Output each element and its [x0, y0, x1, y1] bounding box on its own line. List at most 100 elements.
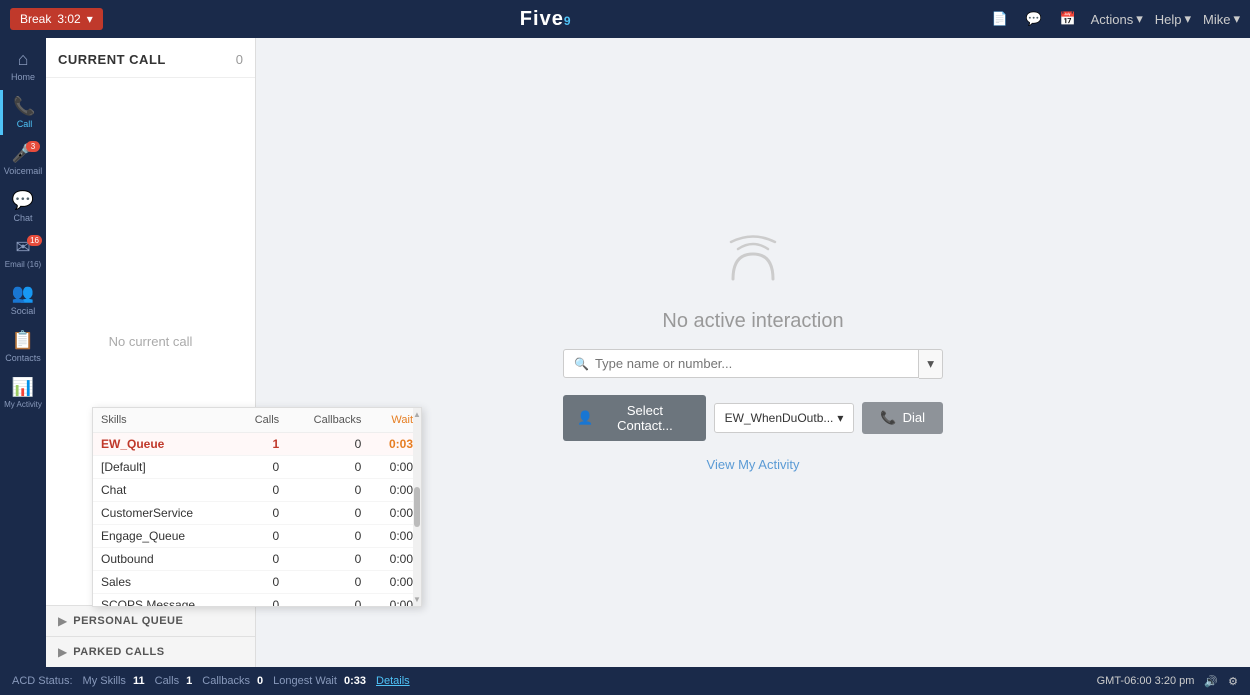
parked-calls-label: PARKED CALLS	[73, 646, 164, 658]
search-row: 🔍 ▾	[563, 349, 943, 379]
campaign-dropdown-arrow: ▾	[837, 411, 843, 425]
queue-table-row: EW_Queue 1 0 0:03	[93, 433, 421, 456]
left-panel: CURRENT CALL 0 No current call ▶ PERSONA…	[46, 38, 256, 667]
scroll-up-arrow[interactable]: ▲	[413, 410, 421, 419]
break-label: Break	[20, 12, 51, 26]
break-button[interactable]: Break 3:02 ▾	[10, 8, 103, 30]
actions-arrow: ▾	[1136, 11, 1143, 27]
queue-table-row: Engage_Queue 0 0 0:00	[93, 525, 421, 548]
notes-icon[interactable]: 📄	[989, 8, 1011, 30]
skill-name: CustomerService	[93, 502, 235, 525]
skill-name: [Default]	[93, 456, 235, 479]
sidebar-item-contacts[interactable]: 📋 Contacts	[0, 324, 46, 369]
email-badge: 16	[27, 235, 42, 246]
personal-queue-section[interactable]: ▶ PERSONAL QUEUE	[46, 605, 255, 636]
calls-count: 0	[235, 456, 287, 479]
calls-count: 0	[235, 594, 287, 608]
col-calls: Calls	[235, 408, 287, 433]
top-navigation: Break 3:02 ▾ Five9 📄 💬 📅 Actions ▾ Help …	[0, 0, 1250, 38]
skill-name: SCOPS Message	[93, 594, 235, 608]
sidebar-item-social[interactable]: 👥 Social	[0, 277, 46, 322]
queue-table-row: [Default] 0 0 0:00	[93, 456, 421, 479]
sidebar-label-email: Email (16)	[5, 260, 41, 269]
top-nav-center: Five9	[520, 8, 572, 31]
chat-icon[interactable]: 💬	[1023, 8, 1045, 30]
search-magnifier-icon: 🔍	[574, 357, 589, 371]
queue-table-row: Outbound 0 0 0:00	[93, 548, 421, 571]
calls-count: 0	[235, 525, 287, 548]
search-dropdown-button[interactable]: ▾	[919, 349, 943, 379]
panel-count: 0	[236, 52, 243, 67]
break-timer: 3:02	[57, 12, 80, 26]
parked-calls-section[interactable]: ▶ PARKED CALLS	[46, 636, 255, 667]
longest-wait-stat: Longest Wait 0:33	[273, 675, 366, 687]
callbacks-count: 0	[287, 479, 369, 502]
col-skills: Skills	[93, 408, 235, 433]
calls-count: 1	[235, 433, 287, 456]
status-bar: ACD Status: My Skills 11 Calls 1 Callbac…	[0, 667, 1250, 695]
sidebar-item-home[interactable]: ⌂ Home	[0, 43, 46, 88]
panel-header: CURRENT CALL 0	[46, 38, 255, 78]
help-arrow: ▾	[1184, 11, 1191, 27]
calls-count: 0	[235, 502, 287, 525]
sidebar-label-home: Home	[11, 72, 35, 82]
queue-scrollbar[interactable]: ▲ ▼	[413, 408, 421, 606]
settings-icon[interactable]: ⚙	[1228, 675, 1238, 688]
sidebar-item-voicemail[interactable]: 3 🎤 Voicemail	[0, 137, 46, 182]
queue-table-row: SCOPS Message 0 0 0:00	[93, 594, 421, 608]
contacts-icon: 📋	[12, 330, 34, 351]
sidebar-label-voicemail: Voicemail	[4, 166, 43, 176]
activity-icon: 📊	[12, 377, 34, 398]
sidebar-item-email[interactable]: 16 ✉ Email (16)	[0, 231, 46, 275]
user-menu[interactable]: Mike ▾	[1203, 11, 1240, 27]
queue-table-row: Chat 0 0 0:00	[93, 479, 421, 502]
skill-name: Sales	[93, 571, 235, 594]
action-row: 👤 Select Contact... EW_WhenDuOutb... ▾ 📞…	[563, 395, 943, 441]
callbacks-count: 0	[287, 502, 369, 525]
search-input[interactable]	[595, 356, 908, 371]
sidebar-item-call[interactable]: 📞 Call	[0, 90, 46, 135]
personal-queue-arrow: ▶	[58, 614, 67, 628]
volume-icon[interactable]: 🔊	[1204, 675, 1218, 688]
skill-name: EW_Queue	[93, 433, 235, 456]
dial-button[interactable]: 📞 Dial	[862, 402, 943, 434]
sidebar-label-contacts: Contacts	[5, 353, 41, 363]
sidebar-item-myactivity[interactable]: 📊 My Activity	[0, 371, 46, 415]
select-contact-button[interactable]: 👤 Select Contact...	[563, 395, 706, 441]
calls-count: 0	[235, 571, 287, 594]
callbacks-count: 0	[287, 525, 369, 548]
sidebar-label-social: Social	[11, 306, 36, 316]
details-link[interactable]: Details	[376, 675, 410, 687]
panel-title: CURRENT CALL	[58, 52, 166, 67]
scroll-down-arrow[interactable]: ▼	[413, 595, 421, 604]
sidebar-label-chat: Chat	[13, 213, 32, 223]
skill-name: Outbound	[93, 548, 235, 571]
phone-inactive-icon	[713, 234, 793, 294]
top-nav-left: Break 3:02 ▾	[10, 8, 103, 30]
left-sidebar: ⌂ Home 📞 Call 3 🎤 Voicemail 💬 Chat 16 ✉ …	[0, 38, 46, 667]
social-icon: 👥	[12, 283, 34, 304]
no-interaction-area: No active interaction 🔍 ▾ 👤 Select Conta…	[563, 234, 943, 472]
view-activity-link[interactable]: View My Activity	[707, 457, 800, 472]
calendar-icon[interactable]: 📅	[1057, 8, 1079, 30]
queue-table-row: CustomerService 0 0 0:00	[93, 502, 421, 525]
actions-menu[interactable]: Actions ▾	[1091, 11, 1143, 27]
main-layout: ⌂ Home 📞 Call 3 🎤 Voicemail 💬 Chat 16 ✉ …	[0, 38, 1250, 667]
sidebar-label-myactivity: My Activity	[4, 400, 42, 409]
time-display: GMT-06:00 3:20 pm	[1097, 675, 1195, 687]
help-menu[interactable]: Help ▾	[1155, 11, 1191, 27]
callbacks-count: 0	[287, 433, 369, 456]
campaign-dropdown-button[interactable]: EW_WhenDuOutb... ▾	[714, 403, 855, 433]
acd-label: ACD Status:	[12, 675, 73, 687]
sidebar-item-chat[interactable]: 💬 Chat	[0, 184, 46, 229]
person-icon: 👤	[577, 410, 593, 426]
queue-popup: Skills Calls Callbacks Wait EW_Queue 1 0…	[92, 407, 422, 607]
sidebar-label-call: Call	[17, 119, 33, 129]
skill-name: Chat	[93, 479, 235, 502]
personal-queue-label: PERSONAL QUEUE	[73, 615, 183, 627]
user-arrow: ▾	[1233, 11, 1240, 27]
queue-table: Skills Calls Callbacks Wait EW_Queue 1 0…	[93, 408, 421, 607]
scroll-thumb	[414, 487, 420, 527]
no-interaction-text: No active interaction	[662, 310, 843, 333]
parked-calls-arrow: ▶	[58, 645, 67, 659]
